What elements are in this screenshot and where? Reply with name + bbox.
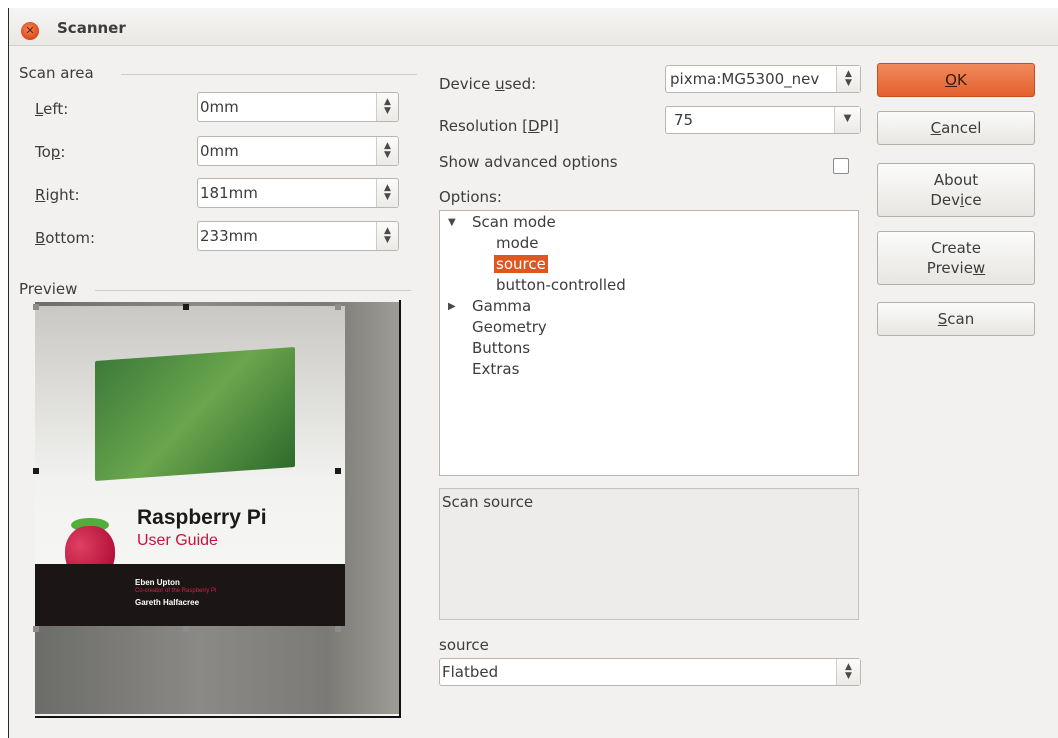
device-label: Device used: [439, 75, 537, 93]
left-spin-field[interactable]: 0mm ▲ ▼ [197, 92, 399, 122]
spin-arrows-icon[interactable]: ▲ ▼ [376, 93, 398, 121]
create-preview-line2: Preview [926, 259, 986, 277]
triangle-right-icon[interactable]: ▶ [448, 301, 456, 312]
scanned-book-cover: Raspberry Pi User Guide Eben Upton Co-cr… [35, 306, 345, 626]
tree-item-gamma[interactable]: Gamma [472, 297, 531, 315]
create-preview-line1: Create [931, 239, 981, 257]
chevron-down-icon[interactable]: ▼ [834, 107, 860, 133]
bottom-spin-field[interactable]: 233mm ▲ ▼ [197, 221, 399, 251]
create-preview-button[interactable]: Create Preview [877, 231, 1035, 285]
book-title: Raspberry Pi [137, 506, 267, 529]
close-icon[interactable]: ✕ [21, 22, 39, 40]
crop-handle[interactable] [183, 626, 189, 632]
book-author-1: Eben Upton [135, 578, 180, 587]
tree-item-scan-mode[interactable]: Scan mode [472, 213, 556, 231]
bottom-label: Bottom: [35, 229, 96, 247]
circuit-board-image [95, 347, 295, 481]
preview-canvas[interactable]: Raspberry Pi User Guide Eben Upton Co-cr… [33, 300, 405, 718]
about-device-button[interactable]: About Device [877, 163, 1035, 217]
book-subtitle: User Guide [137, 532, 218, 549]
scan-area-label: Scan area [19, 64, 94, 82]
advanced-options-label: Show advanced options [439, 153, 618, 171]
crop-handle[interactable] [335, 468, 341, 474]
resolution-select[interactable]: 75 ▼ [665, 106, 861, 134]
spin-arrows-icon[interactable]: ▲ ▼ [376, 137, 398, 165]
book-author-1-subtitle: Co-creator of the Raspberry Pi [135, 588, 217, 594]
spin-arrows-icon[interactable]: ▲ ▼ [376, 179, 398, 207]
tree-item-button-controlled[interactable]: button-controlled [496, 276, 626, 294]
bottom-value: 233mm [200, 227, 258, 245]
scanner-dialog: ✕ Scanner Scan area Left: 0mm ▲ ▼ Top: 0m… [8, 8, 1058, 738]
tree-item-source[interactable]: source [494, 255, 548, 273]
scan-button[interactable]: Scan [877, 302, 1035, 336]
scan-area-separator [121, 74, 417, 75]
resolution-value: 75 [674, 111, 694, 129]
about-device-line2: Device [930, 191, 982, 209]
top-value: 0mm [200, 142, 239, 160]
crop-handle[interactable] [33, 468, 39, 474]
source-select[interactable]: Flatbed ▲ ▼ [439, 658, 861, 686]
spin-arrows-icon[interactable]: ▲ ▼ [836, 66, 860, 92]
tree-item-buttons[interactable]: Buttons [472, 339, 530, 357]
spin-arrows-icon[interactable]: ▲ ▼ [836, 659, 860, 685]
book-author-band [35, 564, 345, 626]
crop-handle[interactable] [335, 304, 341, 310]
preview-frame-right [399, 300, 401, 718]
device-select[interactable]: pixma:MG5300_nev ▲ ▼ [665, 65, 861, 93]
crop-handle[interactable] [335, 626, 341, 632]
tree-item-extras[interactable]: Extras [472, 360, 519, 378]
title-bar: ✕ Scanner [9, 8, 1058, 46]
top-label: Top: [35, 143, 66, 161]
advanced-options-checkbox[interactable] [833, 158, 849, 174]
resolution-label: Resolution [DPI] [439, 117, 559, 135]
right-label: Right: [35, 186, 80, 204]
crop-handle[interactable] [33, 304, 39, 310]
source-label: source [439, 636, 489, 654]
crop-handle[interactable] [183, 304, 189, 310]
left-value: 0mm [200, 98, 239, 116]
source-value: Flatbed [442, 663, 499, 681]
top-spin-field[interactable]: 0mm ▲ ▼ [197, 136, 399, 166]
triangle-down-icon[interactable]: ▼ [448, 217, 456, 228]
right-spin-field[interactable]: 181mm ▲ ▼ [197, 178, 399, 208]
preview-frame-bottom [35, 716, 401, 718]
right-value: 181mm [200, 184, 258, 202]
option-description-panel: Scan source [439, 488, 859, 620]
options-label: Options: [439, 188, 502, 206]
book-author-2: Gareth Halfacree [135, 598, 200, 607]
window-title: Scanner [57, 19, 126, 37]
option-description: Scan source [442, 493, 534, 511]
ok-button[interactable]: OK [877, 63, 1035, 97]
options-tree[interactable]: ▼ Scan mode mode source button-controlle… [439, 210, 859, 476]
tree-item-geometry[interactable]: Geometry [472, 318, 547, 336]
device-value: pixma:MG5300_nev [670, 70, 820, 88]
preview-label: Preview [19, 280, 78, 298]
spin-arrows-icon[interactable]: ▲ ▼ [376, 222, 398, 250]
crop-handle[interactable] [33, 626, 39, 632]
left-label: Left: [35, 100, 69, 118]
tree-item-mode[interactable]: mode [496, 234, 539, 252]
preview-separator [95, 290, 411, 291]
about-device-line1: About [933, 171, 979, 189]
cancel-button[interactable]: Cancel [877, 111, 1035, 145]
